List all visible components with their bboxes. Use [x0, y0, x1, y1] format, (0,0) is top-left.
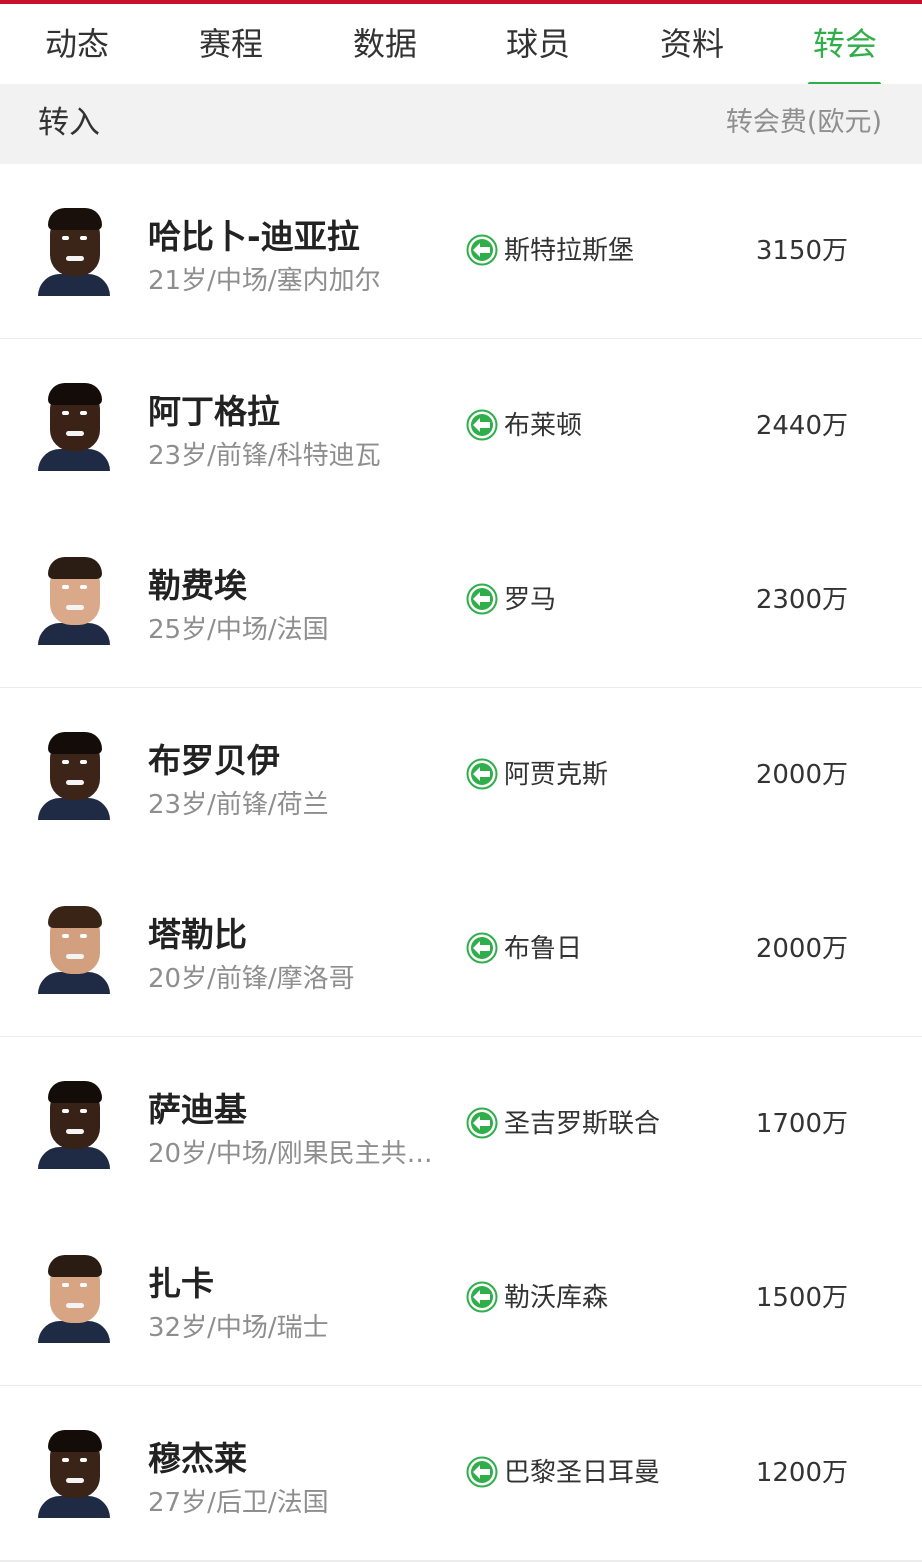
tab-news[interactable]: 动态 — [0, 4, 154, 84]
player-name: 布罗贝伊 — [148, 740, 280, 780]
transfer-fee: 1200万 — [755, 1457, 848, 1488]
transfer-fee: 1500万 — [755, 1283, 848, 1313]
tab-schedule[interactable]: 赛程 — [154, 4, 308, 84]
player-meta: 20岁/中场/刚果民主共和国 — [148, 1138, 444, 1169]
tab-stats[interactable]: 数据 — [308, 4, 462, 84]
transfer-in-arrow-icon — [466, 409, 498, 440]
player-meta: 23岁/前锋/科特迪瓦 — [148, 440, 381, 471]
player-avatar — [38, 1080, 110, 1169]
transfer-in-arrow-icon — [466, 583, 498, 615]
player-meta: 32岁/中场/瑞士 — [148, 1313, 329, 1343]
club-name: 布鲁日 — [504, 934, 583, 964]
transfer-fee: 2000万 — [755, 934, 848, 964]
section-title: 转入 — [38, 105, 100, 141]
tab-transfers[interactable]: 转会 — [768, 4, 922, 84]
transfer-in-arrow-icon — [466, 932, 498, 964]
club-name: 斯特拉斯堡 — [504, 236, 635, 266]
transfer-in-arrow-icon — [466, 1456, 498, 1487]
club-name: 勒沃库森 — [504, 1283, 609, 1313]
player-avatar — [38, 208, 110, 296]
transfer-row[interactable]: 勒费埃 25岁/中场/法国 罗马 2300万 — [0, 513, 922, 689]
player-avatar — [38, 731, 110, 820]
tab-bar: 动态 赛程 数据 球员 资料 转会 — [0, 4, 922, 87]
club-name: 布莱顿 — [504, 410, 583, 441]
player-meta: 21岁/中场/塞内加尔 — [148, 266, 381, 296]
transfer-row[interactable]: 扎卡 32岁/中场/瑞士 勒沃库森 1500万 — [0, 1211, 922, 1387]
player-avatar — [38, 557, 110, 645]
player-name: 勒费埃 — [148, 566, 247, 605]
transfer-row[interactable]: 布罗贝伊 23岁/前锋/荷兰 阿贾克斯 2000万 — [0, 687, 922, 864]
player-name: 穆杰莱 — [148, 1438, 247, 1478]
transfer-fee: 2440万 — [755, 410, 848, 441]
transfer-in-arrow-icon — [466, 234, 498, 266]
tab-info[interactable]: 资料 — [615, 4, 769, 84]
player-avatar — [38, 382, 110, 471]
transfer-fee: 1700万 — [755, 1108, 848, 1139]
transfer-row[interactable]: 塔勒比 20岁/前锋/摩洛哥 布鲁日 2000万 — [0, 862, 922, 1038]
club-name: 圣吉罗斯联合 — [504, 1108, 661, 1139]
section-header: 转入 转会费(欧元) — [0, 84, 922, 164]
tab-players[interactable]: 球员 — [461, 4, 615, 84]
transfer-in-arrow-icon — [466, 1107, 498, 1138]
transfer-row[interactable]: 穆杰莱 27岁/后卫/法国 巴黎圣日耳曼 1200万 — [0, 1385, 922, 1562]
transfer-row[interactable]: 哈比卜-迪亚拉 21岁/中场/塞内加尔 斯特拉斯堡 3150万 — [0, 164, 922, 340]
player-name: 塔勒比 — [148, 915, 247, 954]
player-name: 哈比卜-迪亚拉 — [148, 217, 360, 256]
player-name: 阿丁格拉 — [148, 391, 280, 431]
player-name: 扎卡 — [148, 1264, 214, 1303]
player-meta: 23岁/前锋/荷兰 — [148, 789, 329, 820]
club-name: 阿贾克斯 — [504, 759, 609, 790]
transfer-fee: 2000万 — [755, 759, 848, 790]
player-meta: 20岁/前锋/摩洛哥 — [148, 964, 355, 994]
player-avatar — [38, 906, 110, 994]
fee-column-header: 转会费(欧元) — [725, 107, 882, 138]
transfer-in-arrow-icon — [466, 1281, 498, 1313]
player-name: 萨迪基 — [148, 1089, 247, 1129]
transfer-row[interactable]: 萨迪基 20岁/中场/刚果民主共和国 圣吉罗斯联合 1700万 — [0, 1036, 922, 1213]
player-meta: 27岁/后卫/法国 — [148, 1487, 329, 1518]
transfer-in-arrow-icon — [466, 758, 498, 789]
player-avatar — [38, 1429, 110, 1518]
club-name: 巴黎圣日耳曼 — [504, 1457, 661, 1488]
player-meta: 25岁/中场/法国 — [148, 615, 329, 645]
transfer-fee: 3150万 — [755, 236, 848, 266]
player-avatar — [38, 1255, 110, 1343]
transfer-fee: 2300万 — [755, 585, 848, 615]
club-name: 罗马 — [504, 585, 557, 615]
transfer-row[interactable]: 阿丁格拉 23岁/前锋/科特迪瓦 布莱顿 2440万 — [0, 338, 922, 515]
